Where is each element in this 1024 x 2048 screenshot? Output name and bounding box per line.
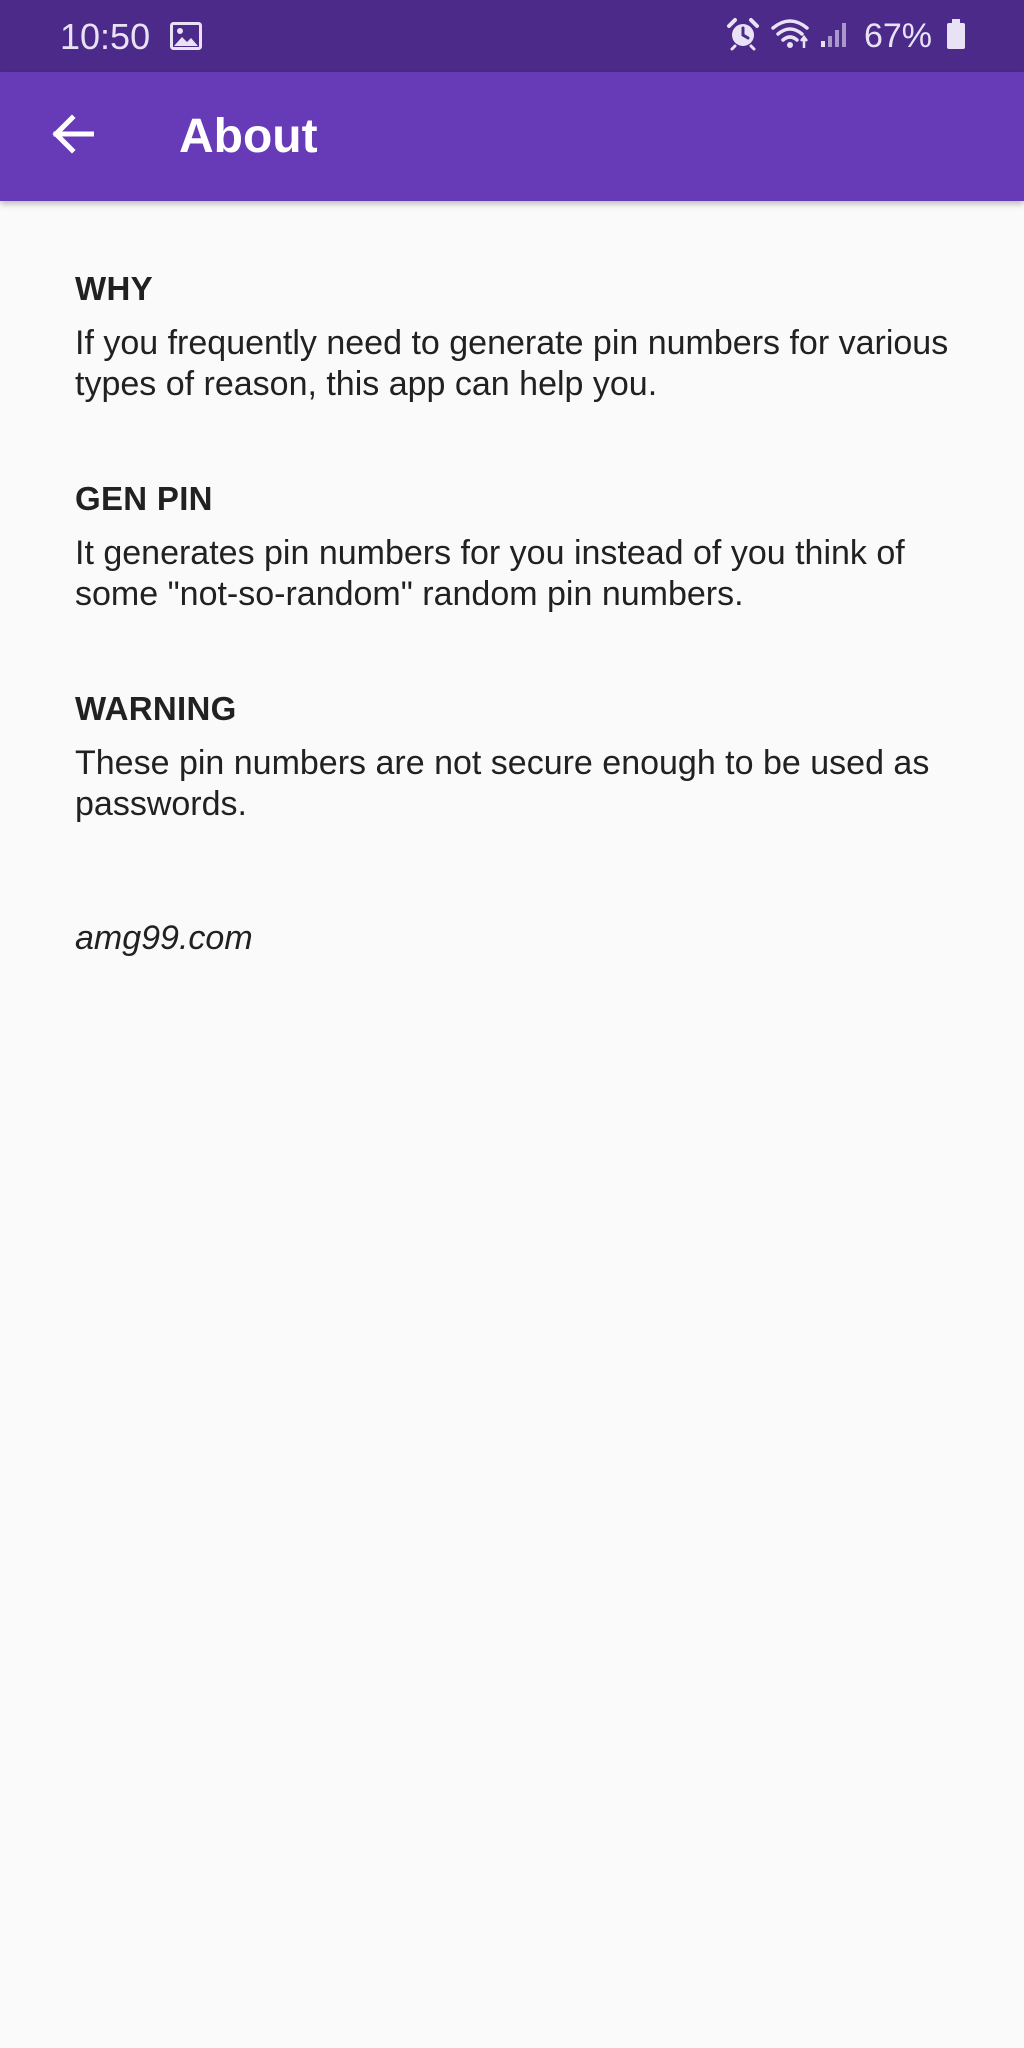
alarm-icon	[726, 17, 760, 56]
back-button[interactable]	[30, 94, 114, 178]
wifi-icon	[770, 17, 810, 56]
section-heading: WHY	[75, 270, 153, 307]
section-body: If you frequently need to generate pin n…	[75, 324, 949, 403]
battery-percent: 67%	[863, 16, 932, 55]
page-title: About	[179, 110, 318, 163]
section-body: These pin numbers are not secure enough …	[75, 744, 930, 823]
arrow-back-icon	[50, 113, 95, 159]
status-icons: 67%	[726, 0, 966, 72]
section-heading: GEN PIN	[75, 480, 213, 517]
section-heading: WARNING	[75, 690, 237, 727]
section-why: WHY If you frequently need to generate p…	[75, 269, 955, 405]
section-body: It generates pin numbers for you instead…	[75, 534, 905, 613]
signal-icon	[820, 19, 850, 54]
battery-icon	[946, 18, 966, 55]
about-content: WHY If you frequently need to generate p…	[75, 201, 955, 959]
gallery-icon	[170, 22, 202, 50]
app-bar: About	[0, 72, 1024, 201]
status-bar: 10:50 67%	[0, 0, 1024, 72]
section-gen-pin: GEN PIN It generates pin numbers for you…	[75, 479, 955, 615]
website-link[interactable]: amg99.com	[75, 918, 253, 959]
section-warning: WARNING These pin numbers are not secure…	[75, 689, 955, 825]
status-time: 10:50	[60, 16, 151, 57]
